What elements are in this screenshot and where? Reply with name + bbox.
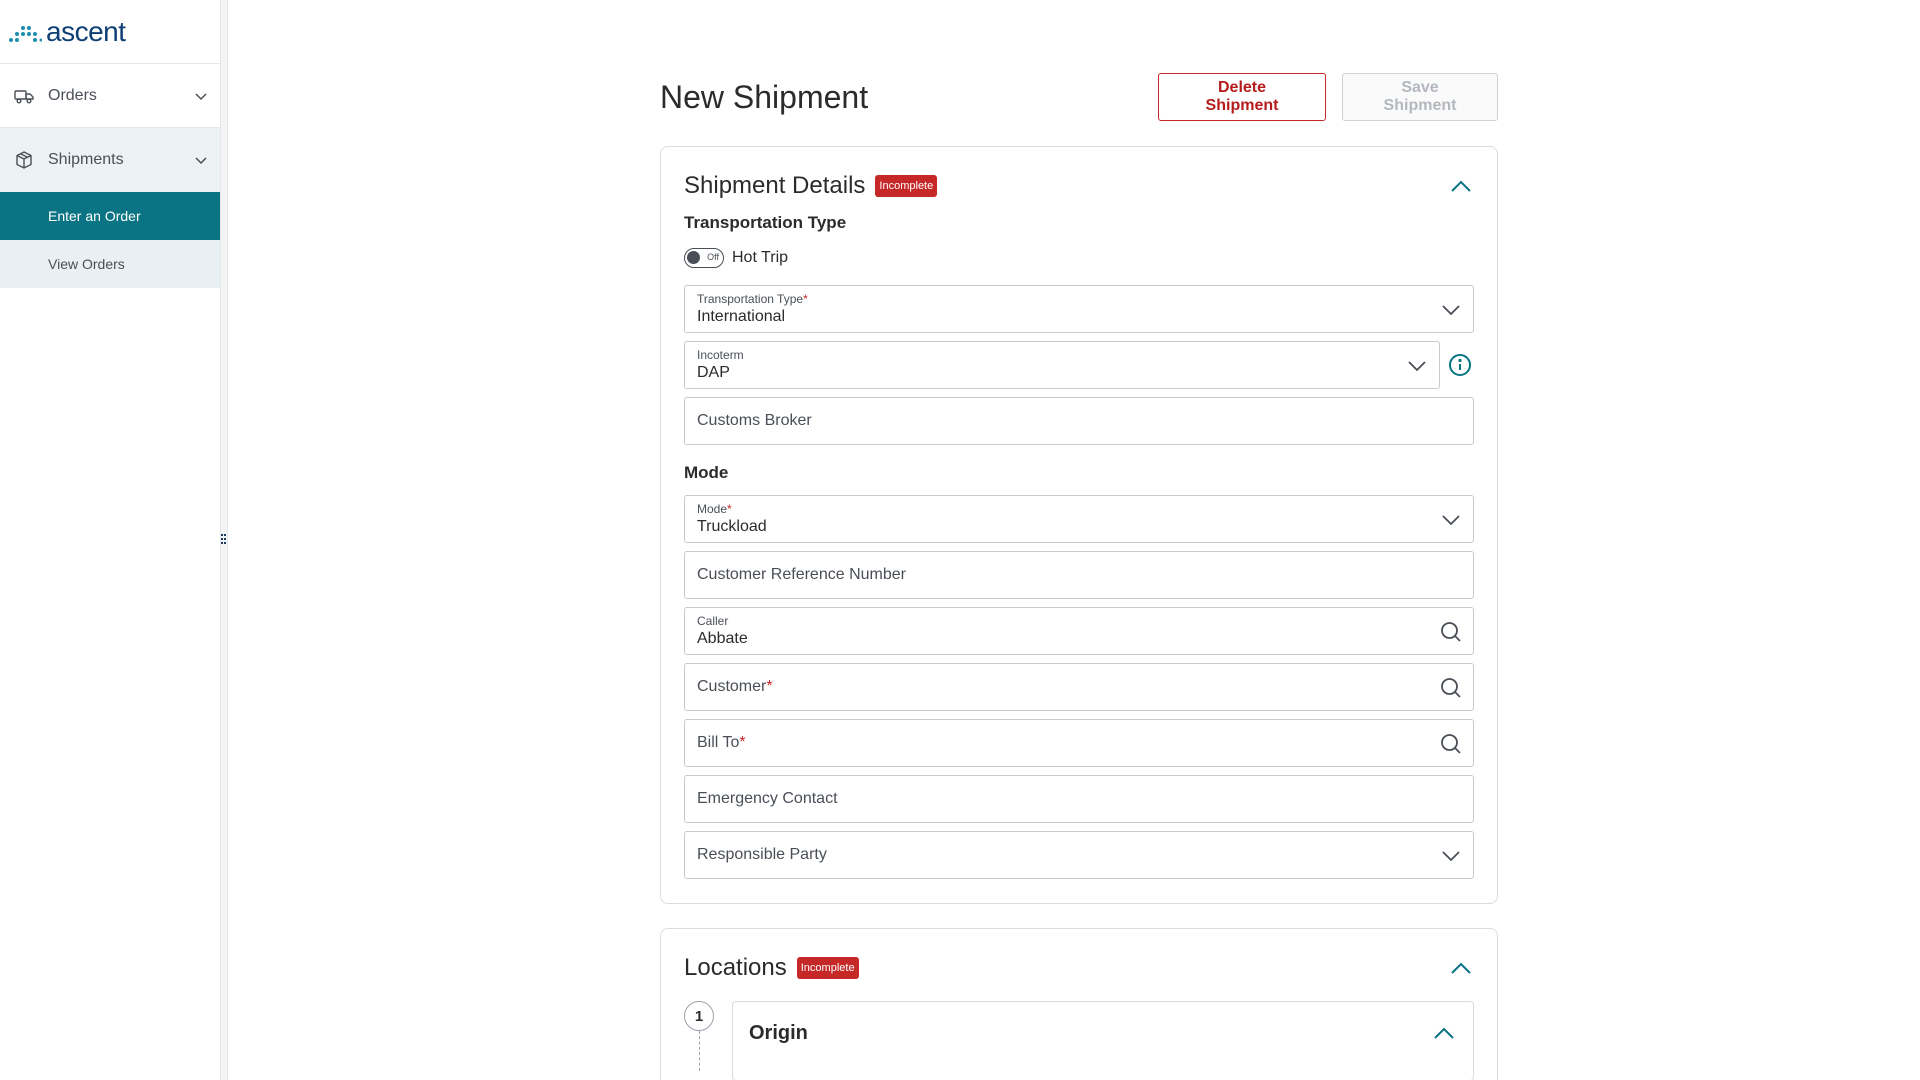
chevron-down-icon[interactable] <box>1439 844 1463 868</box>
caller-search-field[interactable]: Caller Abbate <box>684 607 1474 655</box>
chevron-up-icon <box>1451 962 1471 974</box>
package-icon <box>16 151 32 169</box>
chevron-down-icon[interactable] <box>194 153 208 167</box>
step-number: 1 <box>684 1001 714 1031</box>
stepper: 1 <box>684 1001 714 1080</box>
field-value: Abbate <box>697 630 748 647</box>
field-label: Transportation Type* <box>697 292 808 306</box>
chevron-down-icon[interactable] <box>1439 508 1463 532</box>
sidebar-subitem-enter-order[interactable]: Enter an Order <box>0 192 220 240</box>
chevron-up-icon <box>1434 1027 1454 1039</box>
responsible-party-select[interactable]: Responsible Party <box>684 831 1474 879</box>
info-icon[interactable] <box>1446 351 1474 379</box>
origin-card: Origin <box>732 1001 1474 1080</box>
header-actions: Delete Shipment Save Shipment <box>1158 73 1498 121</box>
chevron-up-icon <box>1451 180 1471 192</box>
field-label: Incoterm <box>697 348 744 362</box>
truck-icon <box>14 89 34 103</box>
emergency-contact-input[interactable]: Emergency Contact <box>684 775 1474 823</box>
field-placeholder: Bill To* <box>697 734 746 751</box>
sidebar-item-label: Orders <box>48 86 97 104</box>
transportation-type-heading: Transportation Type <box>684 213 847 232</box>
field-value: International <box>697 308 786 325</box>
search-icon[interactable] <box>1439 620 1463 644</box>
hot-trip-row: Off Hot Trip <box>684 247 1474 269</box>
locations-header: Locations Incomplete <box>684 951 1474 985</box>
save-shipment-button[interactable]: Save Shipment <box>1342 73 1498 121</box>
sidebar-item-orders[interactable]: Orders <box>0 64 220 128</box>
shipment-details-title: Shipment Details <box>684 172 866 199</box>
origin-title: Origin <box>749 1022 808 1044</box>
customer-reference-input[interactable]: Customer Reference Number <box>684 551 1474 599</box>
field-placeholder: Emergency Contact <box>697 790 838 807</box>
chevron-down-icon[interactable] <box>1405 354 1429 378</box>
incoterm-select[interactable]: Incoterm DAP <box>684 341 1440 389</box>
sidebar-subitem-view-orders[interactable]: View Orders <box>0 240 220 288</box>
toggle-knob <box>687 251 700 264</box>
customer-search-field[interactable]: Customer* <box>684 663 1474 711</box>
brand-name: ascent <box>46 15 126 47</box>
location-stop: 1 Origin <box>684 1001 1474 1080</box>
chevron-down-icon[interactable] <box>1439 298 1463 322</box>
transportation-type-select[interactable]: Transportation Type* International <box>684 285 1474 333</box>
field-placeholder: Customer* <box>697 678 773 695</box>
sidebar-item-label: Shipments <box>48 151 124 168</box>
hot-trip-label: Hot Trip <box>732 249 789 266</box>
mode-select[interactable]: Mode* Truckload <box>684 495 1474 543</box>
search-icon[interactable] <box>1439 676 1463 700</box>
customs-broker-input[interactable]: Customs Broker <box>684 397 1474 445</box>
field-label: Mode* <box>697 502 732 516</box>
step-connector <box>698 1031 700 1071</box>
toggle-state: Off <box>707 252 719 262</box>
collapse-button[interactable] <box>1448 955 1474 981</box>
status-badge: Incomplete <box>796 957 859 979</box>
hot-trip-toggle[interactable]: Off <box>684 248 724 268</box>
ascent-logo-icon <box>9 25 42 42</box>
search-icon[interactable] <box>1439 732 1463 756</box>
chevron-down-icon[interactable] <box>194 89 208 103</box>
collapse-button[interactable] <box>1431 1020 1457 1046</box>
field-placeholder: Customer Reference Number <box>697 566 906 583</box>
bill-to-search-field[interactable]: Bill To* <box>684 719 1474 767</box>
locations-card: Locations Incomplete 1 Origin <box>660 928 1498 1080</box>
locations-title: Locations <box>684 954 787 981</box>
status-badge: Incomplete <box>875 175 938 197</box>
page-title: New Shipment <box>660 78 869 115</box>
sidebar-item-shipments[interactable]: Shipments <box>0 128 220 192</box>
sidebar: ascent Orders Shipments Enter an Order V… <box>0 0 220 1080</box>
field-label: Caller <box>697 614 729 628</box>
field-value: DAP <box>697 364 730 381</box>
field-placeholder: Customs Broker <box>697 412 812 429</box>
field-value: Truckload <box>697 518 767 535</box>
delete-shipment-button[interactable]: Delete Shipment <box>1158 73 1326 121</box>
field-placeholder: Responsible Party <box>697 846 827 863</box>
shipment-details-header: Shipment Details Incomplete <box>684 169 1474 203</box>
logo[interactable]: ascent <box>0 0 220 64</box>
page-header: New Shipment Delete Shipment Save Shipme… <box>660 72 1498 122</box>
incoterm-row: Incoterm DAP <box>684 341 1474 389</box>
mode-heading: Mode <box>684 463 729 482</box>
main-content: New Shipment Delete Shipment Save Shipme… <box>660 72 1498 1080</box>
drag-grip-icon[interactable] <box>221 534 227 546</box>
shipment-details-card: Shipment Details Incomplete Transportati… <box>660 146 1498 904</box>
collapse-button[interactable] <box>1448 173 1474 199</box>
